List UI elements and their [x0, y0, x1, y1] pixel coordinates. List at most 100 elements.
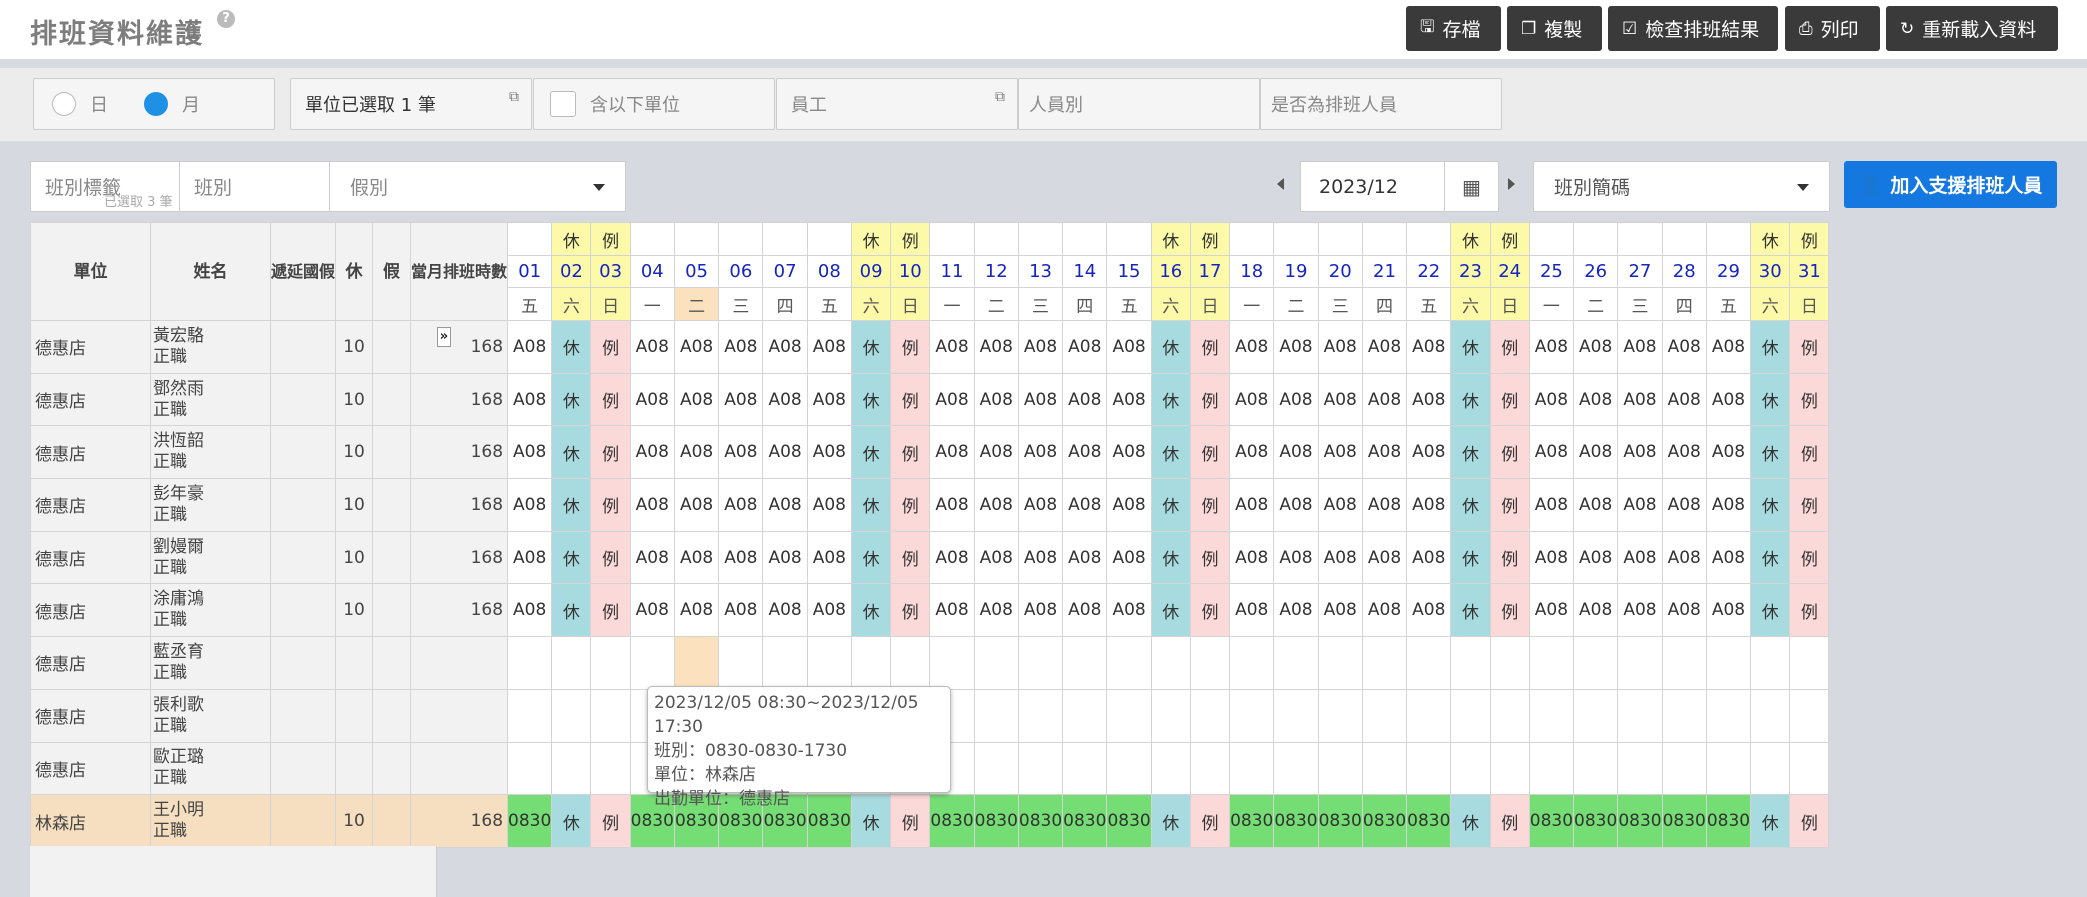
shift-cell[interactable]: A08: [718, 372, 764, 427]
shift-cell[interactable]: 休: [1450, 320, 1491, 374]
shift-cell[interactable]: [973, 636, 1019, 690]
shift-cell[interactable]: [1661, 741, 1707, 796]
help-icon[interactable]: ?: [217, 10, 235, 28]
shift-cell[interactable]: 0830: [507, 794, 553, 848]
shift-cell[interactable]: A08: [762, 478, 808, 532]
shift-cell[interactable]: [1189, 688, 1231, 743]
shift-cell[interactable]: A08: [762, 425, 808, 480]
shift-cell[interactable]: [1705, 688, 1752, 743]
shift-cell[interactable]: 休: [1450, 372, 1491, 427]
date-header-30[interactable]: 30: [1750, 255, 1791, 288]
shift-cell[interactable]: 休: [850, 478, 892, 532]
shift-cell[interactable]: 例: [1189, 478, 1231, 532]
shift-cell[interactable]: [1229, 688, 1275, 743]
shift-cell[interactable]: 0830: [1661, 794, 1707, 848]
date-header-04[interactable]: 04: [629, 255, 675, 288]
shift-cell[interactable]: A08: [1406, 478, 1452, 532]
shift-cell[interactable]: 例: [890, 583, 931, 638]
shift-cell[interactable]: A08: [1661, 583, 1707, 638]
shift-cell[interactable]: [1361, 636, 1408, 690]
shift-cell[interactable]: A08: [762, 583, 808, 638]
shift-cell[interactable]: A08: [1229, 530, 1275, 585]
shift-cell[interactable]: 休: [551, 794, 592, 848]
shift-cell[interactable]: A08: [673, 372, 720, 427]
shift-cell[interactable]: A08: [629, 478, 675, 532]
shift-cell[interactable]: A08: [1406, 372, 1452, 427]
shift-cell[interactable]: 休: [850, 530, 892, 585]
shift-cell[interactable]: 例: [1489, 530, 1530, 585]
shift-cell[interactable]: 休: [551, 530, 592, 585]
shift-cell[interactable]: A08: [1317, 530, 1363, 585]
shift-cell[interactable]: [806, 636, 853, 690]
shift-cell[interactable]: A08: [1017, 583, 1064, 638]
date-header-29[interactable]: 29: [1705, 255, 1752, 288]
shift-cell[interactable]: A08: [718, 478, 764, 532]
date-header-23[interactable]: 23: [1450, 255, 1491, 288]
shift-cell[interactable]: 例: [1189, 425, 1231, 480]
shift-cell[interactable]: A08: [973, 583, 1019, 638]
shift-cell[interactable]: A08: [929, 478, 975, 532]
external-link-icon[interactable]: ⧉: [509, 89, 519, 105]
is-scheduler-field[interactable]: 是否為排班人員: [1260, 78, 1502, 130]
shift-cell[interactable]: 休: [850, 425, 892, 480]
date-header-17[interactable]: 17: [1189, 255, 1231, 288]
calendar-icon[interactable]: ▦: [1444, 161, 1499, 212]
shift-cell[interactable]: 例: [1489, 320, 1530, 374]
shift-cell[interactable]: A08: [673, 478, 720, 532]
employee-selector[interactable]: 員工 ⧉: [776, 78, 1018, 130]
shift-cell[interactable]: A08: [1617, 320, 1663, 374]
check-schedule-button[interactable]: ☑ 檢查排班結果: [1608, 6, 1778, 51]
shift-cell[interactable]: [1750, 636, 1791, 690]
shift-cell[interactable]: A08: [1229, 478, 1275, 532]
shift-cell[interactable]: [1450, 688, 1491, 743]
shift-cell[interactable]: [1062, 741, 1108, 796]
expand-toggle-icon[interactable]: »: [437, 327, 451, 347]
date-header-16[interactable]: 16: [1150, 255, 1191, 288]
shift-cell[interactable]: A08: [1062, 530, 1108, 585]
shift-cell[interactable]: 休: [1450, 794, 1491, 848]
shift-cell[interactable]: [1317, 688, 1363, 743]
shift-cell[interactable]: A08: [1661, 372, 1707, 427]
shift-cell[interactable]: A08: [1705, 530, 1752, 585]
shift-cell[interactable]: A08: [507, 320, 553, 374]
shift-cell[interactable]: A08: [1573, 530, 1619, 585]
shift-cell[interactable]: A08: [1017, 372, 1064, 427]
shift-cell[interactable]: 例: [890, 425, 931, 480]
shift-cell[interactable]: 休: [1750, 425, 1791, 480]
shift-cell[interactable]: 0830: [1361, 794, 1408, 848]
shift-cell[interactable]: 例: [1789, 794, 1830, 848]
shift-cell[interactable]: 例: [1189, 372, 1231, 427]
shift-cell[interactable]: A08: [1528, 372, 1575, 427]
shift-cell[interactable]: A08: [1273, 530, 1319, 585]
shift-cell[interactable]: [1273, 636, 1319, 690]
shift-cell[interactable]: A08: [1317, 372, 1363, 427]
shift-cell[interactable]: [762, 636, 808, 690]
shift-cell[interactable]: [1150, 741, 1191, 796]
shift-cell[interactable]: A08: [973, 320, 1019, 374]
shift-cell[interactable]: A08: [1705, 478, 1752, 532]
shift-cell[interactable]: [590, 688, 631, 743]
shift-cell[interactable]: A08: [1062, 425, 1108, 480]
shift-cell[interactable]: 例: [890, 478, 931, 532]
external-link-icon[interactable]: ⧉: [995, 89, 1005, 105]
shift-cell[interactable]: A08: [1317, 478, 1363, 532]
shift-cell[interactable]: 休: [1150, 320, 1191, 374]
shift-cell[interactable]: [1617, 688, 1663, 743]
shift-cell[interactable]: A08: [973, 530, 1019, 585]
shift-cell[interactable]: A08: [507, 425, 553, 480]
date-header-03[interactable]: 03: [590, 255, 631, 288]
shift-cell[interactable]: A08: [1528, 478, 1575, 532]
shift-cell[interactable]: 休: [1750, 530, 1791, 585]
shift-cell[interactable]: 例: [1789, 425, 1830, 480]
shift-cell[interactable]: A08: [1273, 583, 1319, 638]
reload-button[interactable]: ↻ 重新載入資料: [1886, 6, 2058, 51]
shift-cell[interactable]: A08: [1062, 320, 1108, 374]
shift-cell[interactable]: A08: [929, 320, 975, 374]
date-header-12[interactable]: 12: [973, 255, 1019, 288]
shift-cell[interactable]: [1528, 636, 1575, 690]
date-header-19[interactable]: 19: [1273, 255, 1319, 288]
shift-cell[interactable]: [1705, 636, 1752, 690]
date-header-31[interactable]: 31: [1789, 255, 1830, 288]
shift-cell[interactable]: A08: [1406, 320, 1452, 374]
date-header-07[interactable]: 07: [762, 255, 808, 288]
